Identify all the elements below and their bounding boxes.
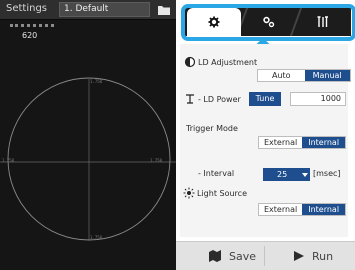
footer-divider	[264, 246, 265, 266]
save-icon	[209, 250, 221, 262]
play-icon	[294, 251, 304, 261]
tab-highlight-frame	[181, 4, 355, 41]
run-label: Run	[312, 249, 334, 263]
trigger-mode-internal[interactable]: Internal	[302, 137, 346, 148]
light-source-toggle: External Internal	[258, 203, 347, 216]
scope-display	[0, 77, 176, 241]
ld-power-input[interactable]: 1000	[290, 92, 346, 106]
save-button[interactable]: Save	[208, 245, 256, 267]
trigger-mode-title: Trigger Mode	[186, 124, 238, 133]
run-button[interactable]: Run	[293, 245, 333, 267]
laser-diode-icon	[186, 94, 194, 104]
light-source-internal[interactable]: Internal	[302, 204, 346, 215]
ld-adjustment-toggle: Auto Manual	[257, 69, 351, 82]
ld-power-title: - LD Power	[184, 93, 241, 105]
scale-top-label: 1.750	[90, 79, 103, 84]
tune-button[interactable]: Tune	[249, 92, 281, 106]
scale-right-label: 1.750	[150, 158, 163, 163]
trigger-mode-label: Trigger Mode	[186, 124, 238, 133]
viewer-pane: Settings 1. Default 620 1.750 1.750 1.75…	[0, 0, 176, 270]
ld-adjustment-auto[interactable]: Auto	[258, 70, 305, 81]
save-label: Save	[229, 249, 257, 263]
ld-adjustment-label: LD Adjustment	[198, 57, 258, 67]
interval-label: - Interval	[198, 169, 235, 178]
chevron-down-icon	[302, 173, 308, 177]
ld-power-label: - LD Power	[198, 94, 241, 104]
trigger-mode-external[interactable]: External	[259, 137, 302, 148]
interval-title: - Interval	[198, 169, 234, 178]
ld-adjustment-title: LD Adjustment	[184, 56, 257, 68]
ld-adjustment-manual[interactable]: Manual	[304, 70, 350, 81]
light-source-external[interactable]: External	[259, 204, 302, 215]
scale-bottom-label: 1.750	[90, 235, 103, 240]
scale-left-label: 1.750	[2, 158, 15, 163]
interval-unit: [msec]	[313, 169, 341, 178]
light-source-title: Light Source	[183, 187, 247, 199]
contrast-icon	[184, 56, 196, 68]
light-source-label: Light Source	[197, 188, 247, 198]
trigger-mode-toggle: External Internal	[258, 136, 347, 149]
light-icon	[183, 187, 195, 199]
